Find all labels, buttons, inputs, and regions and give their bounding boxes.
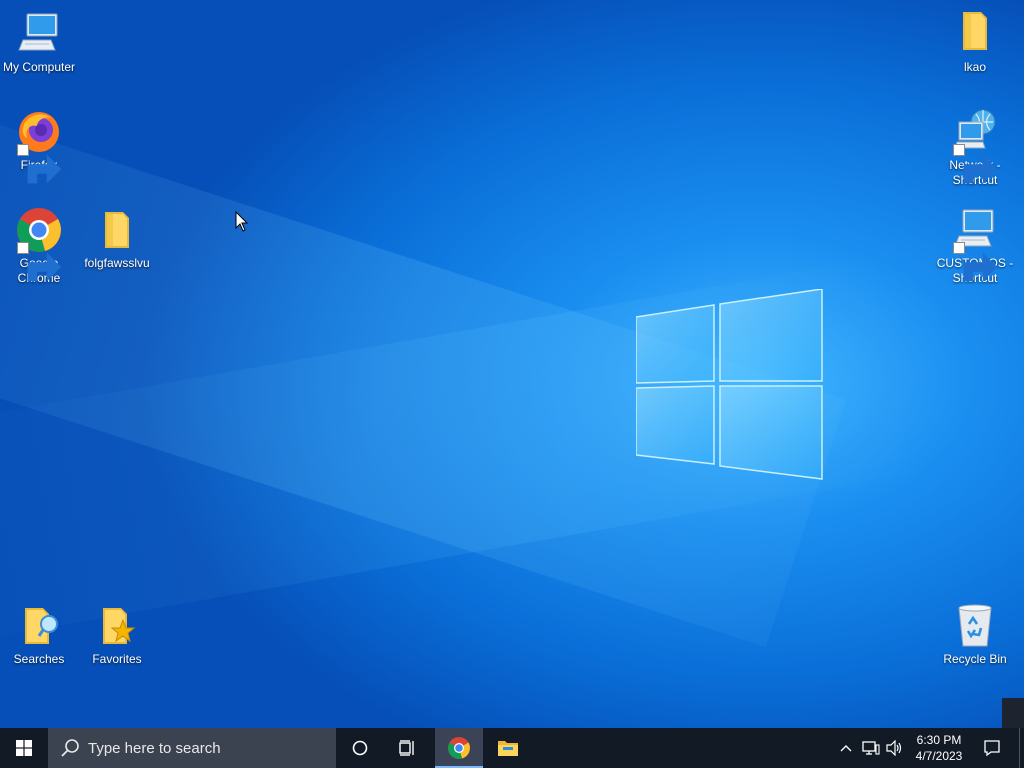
network-tray-icon — [862, 741, 880, 755]
tray-volume-button[interactable] — [884, 728, 906, 768]
task-view-button[interactable] — [384, 728, 432, 768]
desktop-icon-searches[interactable]: Searches — [0, 602, 78, 667]
taskbar-app-file-explorer[interactable] — [484, 728, 532, 768]
show-desktop-button[interactable] — [1019, 728, 1024, 768]
windows-logo-wallpaper — [636, 289, 823, 480]
recycle-bin-icon — [958, 604, 992, 647]
mouse-cursor-icon — [235, 211, 249, 232]
desktop-icon-label: folgfawsslvu — [84, 256, 150, 270]
desktop-background[interactable]: My Computer Firefox — [0, 0, 1024, 728]
clock-date: 4/7/2023 — [915, 749, 963, 763]
shortcut-arrow-icon — [953, 144, 998, 184]
corner-overlay — [1002, 698, 1024, 728]
desktop-icon-firefox[interactable]: Firefox — [0, 108, 78, 184]
shortcut-arrow-icon — [953, 242, 998, 282]
file-explorer-icon — [498, 741, 518, 756]
taskbar-search-box[interactable]: Type here to search — [48, 728, 336, 768]
clock-time: 6:30 PM — [916, 733, 962, 747]
shortcut-arrow-icon — [17, 144, 62, 184]
desktop-icon-label: lkao — [963, 60, 986, 74]
desktop-icon-lkao[interactable]: lkao — [936, 10, 1014, 75]
start-button[interactable] — [0, 728, 48, 768]
desktop-icon-folgfawsslvu[interactable]: folgfawsslvu — [78, 206, 156, 271]
cortana-circle-icon — [352, 740, 368, 756]
search-placeholder: Type here to search — [88, 739, 221, 757]
chrome-icon — [448, 737, 470, 759]
desktop-icon-label: Recycle Bin — [943, 652, 1007, 666]
desktop-icon-label: Favorites — [92, 652, 142, 666]
folder-icon — [963, 12, 987, 50]
desktop-icon-my-computer[interactable]: My Computer — [0, 10, 78, 75]
taskbar-app-chrome[interactable] — [435, 728, 483, 768]
taskbar: Type here to search 6:30 PM 4/7/2023 — [0, 728, 1024, 768]
tray-overflow-button[interactable] — [836, 728, 856, 768]
tray-network-button[interactable] — [860, 728, 882, 768]
folder-icon — [105, 212, 129, 248]
taskbar-clock[interactable]: 6:30 PM 4/7/2023 — [910, 728, 968, 768]
computer-icon — [18, 13, 58, 51]
action-center-icon — [984, 740, 1000, 757]
desktop-icon-google-chrome[interactable]: Google Chrome — [0, 206, 78, 286]
task-view-icon — [399, 740, 414, 756]
desktop-icon-label: Searches — [13, 652, 65, 666]
searches-folder-icon — [25, 608, 58, 644]
desktop-icon-favorites[interactable]: Favorites — [78, 602, 156, 667]
action-center-button[interactable] — [976, 728, 1008, 768]
desktop-icon-recycle-bin[interactable]: Recycle Bin — [936, 602, 1014, 667]
favorites-folder-icon — [103, 608, 136, 644]
desktop-icon-customos-shortcut[interactable]: CUSTOMOS - Shortcut — [936, 206, 1014, 286]
volume-icon — [886, 740, 902, 756]
desktop-icon-network-shortcut[interactable]: Network - Shortcut — [936, 108, 1014, 188]
cortana-button[interactable] — [336, 728, 384, 768]
windows-start-icon — [16, 740, 32, 756]
chevron-up-icon — [840, 745, 852, 752]
desktop-icon-label: My Computer — [2, 60, 76, 74]
search-icon — [61, 739, 79, 757]
shortcut-arrow-icon — [17, 242, 62, 282]
